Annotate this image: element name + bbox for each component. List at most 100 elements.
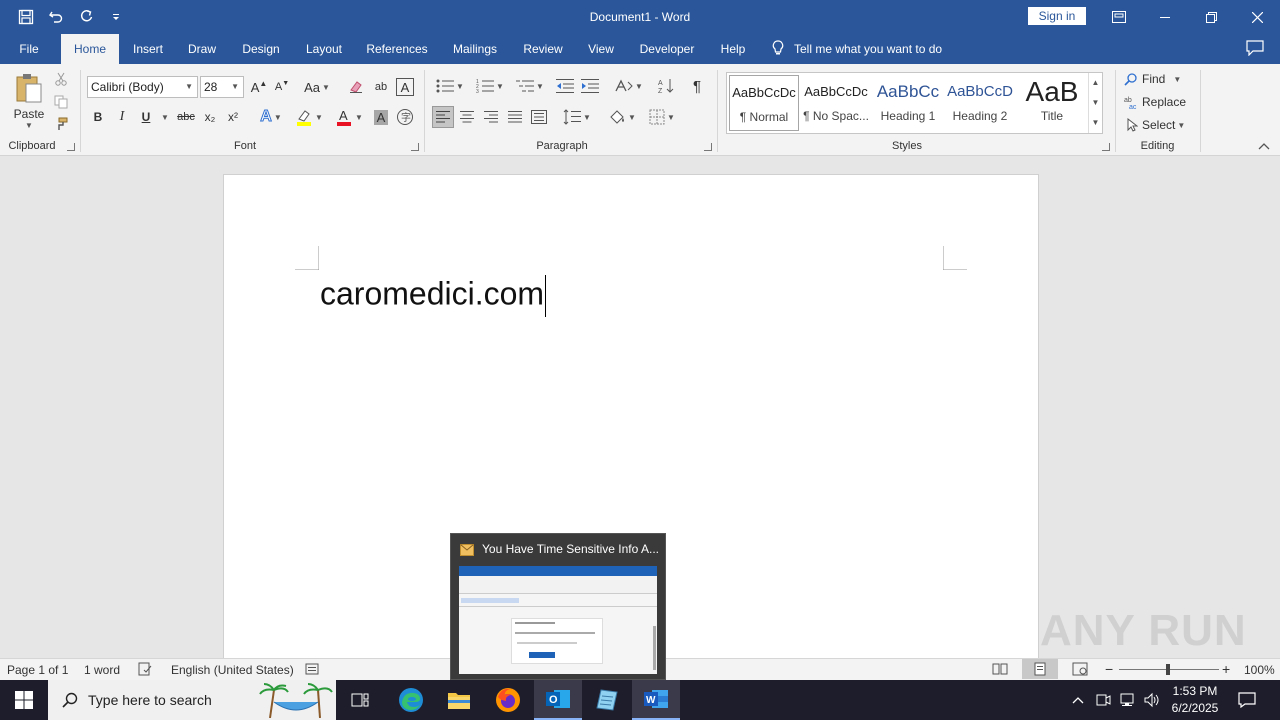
taskbar-search-box[interactable]: Type here to search [48, 680, 336, 720]
style-heading-2[interactable]: AaBbCcD Heading 2 [945, 75, 1015, 131]
clear-formatting-icon[interactable] [346, 78, 366, 96]
word-taskbar-button[interactable]: W [632, 680, 680, 720]
align-right-icon[interactable] [481, 107, 501, 127]
tab-view[interactable]: View [580, 34, 622, 64]
strikethrough-button[interactable]: abc [174, 107, 198, 127]
multilevel-list-button[interactable]: ▼ [512, 76, 548, 96]
shrink-font-icon[interactable]: A ▼ [273, 78, 291, 96]
replace-button[interactable]: ab ac Replace [1124, 93, 1194, 111]
borders-button[interactable]: ▼ [645, 107, 679, 127]
paste-button[interactable]: Paste ▼ [10, 70, 48, 132]
collapse-ribbon-icon[interactable] [1254, 138, 1274, 154]
styles-more-icon[interactable]: ▼ [1089, 113, 1102, 133]
show-hidden-icons-icon[interactable] [1068, 680, 1088, 720]
zoom-slider-thumb[interactable] [1166, 664, 1170, 675]
paragraph-launcher-icon[interactable] [704, 143, 712, 151]
bullets-button[interactable]: ▼ [432, 76, 468, 96]
font-launcher-icon[interactable] [411, 143, 419, 151]
increase-indent-icon[interactable] [580, 76, 600, 96]
tab-help[interactable]: Help [712, 34, 754, 64]
start-button[interactable] [0, 680, 48, 720]
highlight-color-button[interactable]: ▼ [292, 107, 326, 127]
sort-icon[interactable]: AZ [656, 76, 676, 96]
align-left-button[interactable] [432, 106, 454, 128]
format-painter-icon[interactable] [52, 115, 70, 133]
zoom-out-button[interactable]: − [1105, 661, 1113, 677]
outlook-taskbar-button[interactable]: O [534, 680, 582, 720]
tab-layout[interactable]: Layout [298, 34, 350, 64]
ribbon-display-options-icon[interactable] [1096, 0, 1142, 34]
bold-button[interactable]: B [89, 107, 107, 127]
change-case-button[interactable]: Aa ▼ [301, 78, 333, 96]
styles-scroll-down-icon[interactable]: ▼ [1089, 93, 1102, 113]
language-status[interactable]: English (United States) [171, 663, 294, 677]
center-icon[interactable] [457, 107, 477, 127]
edge-icon[interactable] [390, 680, 432, 720]
read-mode-icon[interactable] [992, 662, 1008, 679]
task-view-icon[interactable] [340, 680, 380, 720]
character-shading-icon[interactable]: A [372, 107, 390, 127]
italic-button[interactable]: I [113, 107, 131, 127]
style-normal[interactable]: AaBbCcDc ¶ Normal [729, 75, 799, 131]
sign-in-button[interactable]: Sign in [1028, 7, 1086, 25]
style-heading-1[interactable]: AaBbCc Heading 1 [873, 75, 943, 131]
web-layout-icon[interactable] [1072, 662, 1088, 679]
enclose-characters-icon[interactable]: 字 [395, 107, 415, 127]
font-size-combo[interactable]: 28 ▼ [200, 76, 244, 98]
accessibility-icon[interactable] [305, 662, 319, 679]
undo-icon[interactable] [44, 5, 68, 29]
text-effects-button[interactable]: A ▼ [256, 107, 286, 127]
distributed-icon[interactable] [529, 107, 549, 127]
tab-insert[interactable]: Insert [124, 34, 172, 64]
zoom-level[interactable]: 100% [1244, 663, 1275, 677]
copy-icon[interactable] [52, 93, 70, 111]
file-explorer-icon[interactable] [438, 680, 480, 720]
comments-icon[interactable] [1246, 40, 1266, 58]
notepad-icon[interactable] [586, 680, 628, 720]
styles-launcher-icon[interactable] [1102, 143, 1110, 151]
grow-font-icon[interactable]: A ▲ [250, 78, 268, 96]
line-spacing-button[interactable]: ▼ [560, 107, 594, 127]
asian-layout-button[interactable]: ▼ [612, 76, 646, 96]
tab-mailings[interactable]: Mailings [444, 34, 506, 64]
font-name-combo[interactable]: Calibri (Body) ▼ [87, 76, 198, 98]
tab-home[interactable]: Home [61, 34, 119, 64]
tab-design[interactable]: Design [235, 34, 287, 64]
meet-now-icon[interactable] [1092, 680, 1114, 720]
taskbar-clock[interactable]: 1:53 PM 6/2/2025 [1160, 683, 1230, 717]
tab-review[interactable]: Review [517, 34, 569, 64]
subscript-button[interactable]: x₂ [201, 107, 219, 127]
tab-developer[interactable]: Developer [633, 34, 701, 64]
restore-button[interactable] [1188, 0, 1234, 34]
justify-icon[interactable] [505, 107, 525, 127]
style-title[interactable]: AaB Title [1017, 75, 1087, 131]
document-text[interactable]: caromedici.com [320, 275, 547, 317]
notifications-icon[interactable] [1232, 680, 1262, 720]
redo-icon[interactable] [74, 5, 98, 29]
show-hide-marks-button[interactable]: ¶ [688, 76, 706, 96]
zoom-in-button[interactable]: + [1222, 661, 1230, 677]
close-button[interactable] [1234, 0, 1280, 34]
tab-references[interactable]: References [361, 34, 433, 64]
underline-dropdown-icon[interactable]: ▼ [158, 107, 170, 127]
select-button[interactable]: Select ▼ [1126, 116, 1192, 134]
style-no-spacing[interactable]: AaBbCcDc ¶ No Spac... [801, 75, 871, 131]
proofing-icon[interactable] [138, 662, 152, 679]
cut-icon[interactable] [52, 70, 70, 88]
tab-file[interactable]: File [10, 34, 48, 64]
font-color-button[interactable]: A ▼ [332, 107, 366, 127]
volume-icon[interactable] [1140, 680, 1162, 720]
styles-scrollbar[interactable]: ▲ ▼ ▼ [1088, 73, 1102, 133]
decrease-indent-icon[interactable] [555, 76, 575, 96]
character-border-icon[interactable]: A [396, 78, 414, 96]
tab-draw[interactable]: Draw [181, 34, 223, 64]
page-count[interactable]: Page 1 of 1 [7, 663, 68, 677]
print-layout-icon[interactable] [1022, 659, 1058, 679]
superscript-button[interactable]: x² [224, 107, 242, 127]
taskbar-preview-thumbnail[interactable]: You Have Time Sensitive Info A... [450, 533, 666, 680]
numbering-button[interactable]: 1 2 3 ▼ [472, 76, 508, 96]
styles-scroll-up-icon[interactable]: ▲ [1089, 73, 1102, 93]
tell-me-box[interactable]: Tell me what you want to do [772, 34, 942, 64]
customize-qat-icon[interactable] [104, 5, 128, 29]
find-button[interactable]: Find ▼ [1124, 70, 1190, 88]
